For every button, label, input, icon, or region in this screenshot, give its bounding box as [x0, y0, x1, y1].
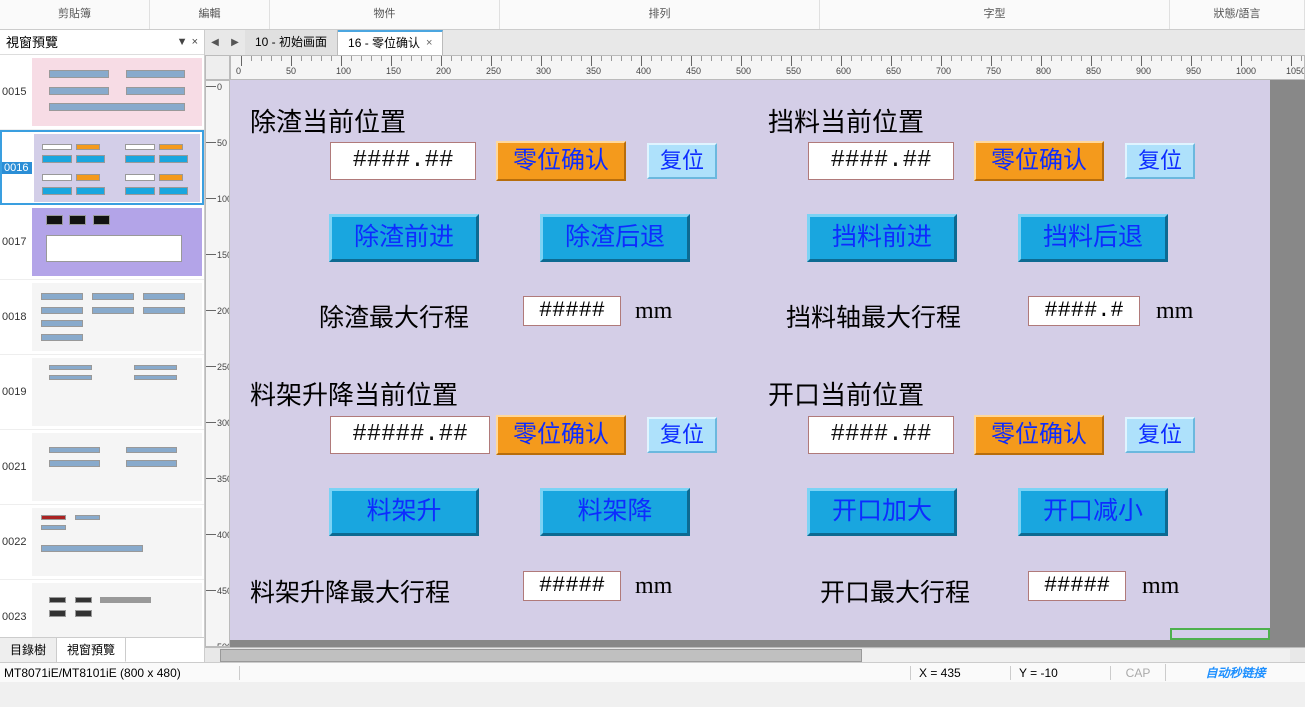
q1-backward-button[interactable]: 除渣后退	[540, 214, 690, 262]
tab-nav-prev-icon[interactable]: ◀	[205, 37, 225, 48]
q1-title: 除渣当前位置	[250, 102, 406, 139]
ribbon-group-object: 物件	[270, 0, 500, 29]
thumbnail-0015[interactable]: 0015	[0, 55, 204, 130]
q2-zero-confirm-button[interactable]: 零位确认	[974, 141, 1104, 181]
q4-max-label: 开口最大行程	[820, 573, 970, 609]
status-cursor-x: X = 435	[910, 666, 1010, 680]
thumbnail-0022[interactable]: 0022	[0, 505, 204, 580]
ribbon-group-status-lang: 狀態/語言	[1170, 0, 1305, 29]
q1-reset-button[interactable]: 复位	[647, 143, 717, 179]
document-tab-10[interactable]: 10 - 初始画面	[245, 30, 338, 55]
thumbnail-image	[32, 358, 202, 426]
q1-max-label: 除渣最大行程	[319, 298, 469, 334]
ribbon-group-clipboard: 剪貼簿	[0, 0, 150, 29]
thumbnail-image	[32, 283, 202, 351]
thumbnail-number: 0021	[0, 461, 30, 473]
status-brand-watermark: 自动秒链接	[1165, 664, 1305, 681]
tab-close-icon[interactable]: ×	[426, 31, 432, 56]
ribbon-group-font: 字型	[820, 0, 1170, 29]
thumbnail-0019[interactable]: 0019	[0, 355, 204, 430]
q4-increase-button[interactable]: 开口加大	[807, 488, 957, 536]
q4-decrease-button[interactable]: 开口减小	[1018, 488, 1168, 536]
status-model: MT8071iE/MT8101iE (800 x 480)	[0, 666, 240, 680]
canvas-viewport[interactable]: 除渣当前位置 ####.## 零位确认 复位 除渣前进 除渣后退 除渣最大行程 …	[230, 80, 1305, 647]
q2-backward-button[interactable]: 挡料后退	[1018, 214, 1168, 262]
thumbnail-number: 0016	[2, 162, 32, 174]
q4-zero-confirm-button[interactable]: 零位确认	[974, 415, 1104, 455]
editor-area: ◀ ▶ 10 - 初始画面 16 - 零位确认 × 05010015020025…	[205, 30, 1305, 662]
ruler-corner	[205, 55, 230, 80]
preview-pane-header: 視窗預覽 ▼ ×	[0, 30, 204, 55]
horizontal-scrollbar[interactable]	[205, 647, 1305, 662]
thumbnail-number: 0022	[0, 536, 30, 548]
q3-current-value[interactable]: #####.##	[330, 416, 490, 454]
vertical-ruler[interactable]: 050100150200250300350400450500	[205, 80, 230, 647]
q2-max-value[interactable]: ####.#	[1028, 296, 1140, 326]
thumbnail-0017[interactable]: 0017	[0, 205, 204, 280]
q2-unit-label: mm	[1156, 298, 1193, 325]
thumbnail-number: 0019	[0, 386, 30, 398]
q3-zero-confirm-button[interactable]: 零位确认	[496, 415, 626, 455]
q4-current-value[interactable]: ####.##	[808, 416, 954, 454]
status-bar: MT8071iE/MT8101iE (800 x 480) X = 435 Y …	[0, 662, 1305, 682]
document-tab-label: 16 - 零位确认	[348, 31, 420, 56]
q2-current-value[interactable]: ####.##	[808, 142, 954, 180]
q1-max-value[interactable]: #####	[523, 296, 621, 326]
ribbon-group-edit: 編輯	[150, 0, 270, 29]
q3-title: 料架升降当前位置	[250, 375, 458, 412]
thumbnail-number: 0017	[0, 236, 30, 248]
status-cursor-y: Y = -10	[1010, 666, 1110, 680]
q3-reset-button[interactable]: 复位	[647, 417, 717, 453]
q3-max-label: 料架升降最大行程	[250, 573, 450, 609]
horizontal-ruler[interactable]: 0501001502002503003504004505005506006507…	[230, 55, 1305, 80]
q4-unit-label: mm	[1142, 573, 1179, 600]
q3-up-button[interactable]: 料架升	[329, 488, 479, 536]
preview-close-icon[interactable]: ×	[192, 30, 198, 55]
thumbnail-0021[interactable]: 0021	[0, 430, 204, 505]
tab-nav-next-icon[interactable]: ▶	[225, 37, 245, 48]
thumbnail-image	[32, 508, 202, 576]
q3-unit-label: mm	[635, 573, 672, 600]
thumbnail-image	[32, 58, 202, 126]
q4-reset-button[interactable]: 复位	[1125, 417, 1195, 453]
thumbnail-0016[interactable]: 0016	[0, 130, 204, 205]
q4-max-value[interactable]: #####	[1028, 571, 1126, 601]
q1-forward-button[interactable]: 除渣前进	[329, 214, 479, 262]
ribbon-group-labels: 剪貼簿 編輯 物件 排列 字型 狀態/語言	[0, 0, 1305, 30]
preview-pane-tabs: 目錄樹 視窗預覽	[0, 637, 204, 662]
thumbnail-image	[32, 433, 202, 501]
thumbnail-0023[interactable]: 0023	[0, 580, 204, 637]
ribbon-group-arrange: 排列	[500, 0, 820, 29]
hmi-screen-canvas[interactable]: 除渣当前位置 ####.## 零位确认 复位 除渣前进 除渣后退 除渣最大行程 …	[230, 80, 1270, 640]
thumbnail-0018[interactable]: 0018	[0, 280, 204, 355]
thumbnail-number: 0015	[0, 86, 30, 98]
q2-title: 挡料当前位置	[768, 102, 924, 139]
thumbnail-image	[32, 583, 202, 637]
q3-down-button[interactable]: 料架降	[540, 488, 690, 536]
thumbnail-image	[34, 134, 200, 202]
scrollbar-thumb[interactable]	[220, 649, 862, 662]
document-tab-bar: ◀ ▶ 10 - 初始画面 16 - 零位确认 ×	[205, 30, 1305, 55]
q3-max-value[interactable]: #####	[523, 571, 621, 601]
preview-dropdown-icon[interactable]: ▼	[177, 30, 188, 55]
thumbnail-image	[32, 208, 202, 276]
thumbnail-number: 0018	[0, 311, 30, 323]
thumbnail-number: 0023	[0, 611, 30, 623]
thumbnail-list[interactable]: 0015 0016	[0, 55, 204, 637]
q2-reset-button[interactable]: 复位	[1125, 143, 1195, 179]
preview-tab-tree[interactable]: 目錄樹	[0, 638, 57, 662]
status-capslock: CAP	[1110, 666, 1165, 680]
q4-title: 开口当前位置	[768, 375, 924, 412]
q2-max-label: 挡料轴最大行程	[786, 298, 961, 334]
selection-outline	[1170, 628, 1270, 640]
window-preview-pane: 視窗預覽 ▼ × 0015 0016	[0, 30, 205, 662]
preview-pane-title: 視窗預覽	[6, 30, 58, 54]
q1-zero-confirm-button[interactable]: 零位确认	[496, 141, 626, 181]
q2-forward-button[interactable]: 挡料前进	[807, 214, 957, 262]
document-tab-label: 10 - 初始画面	[255, 30, 327, 55]
preview-tab-preview[interactable]: 視窗預覽	[57, 638, 126, 662]
q1-current-value[interactable]: ####.##	[330, 142, 476, 180]
q1-unit-label: mm	[635, 298, 672, 325]
document-tab-16[interactable]: 16 - 零位确认 ×	[338, 30, 443, 55]
